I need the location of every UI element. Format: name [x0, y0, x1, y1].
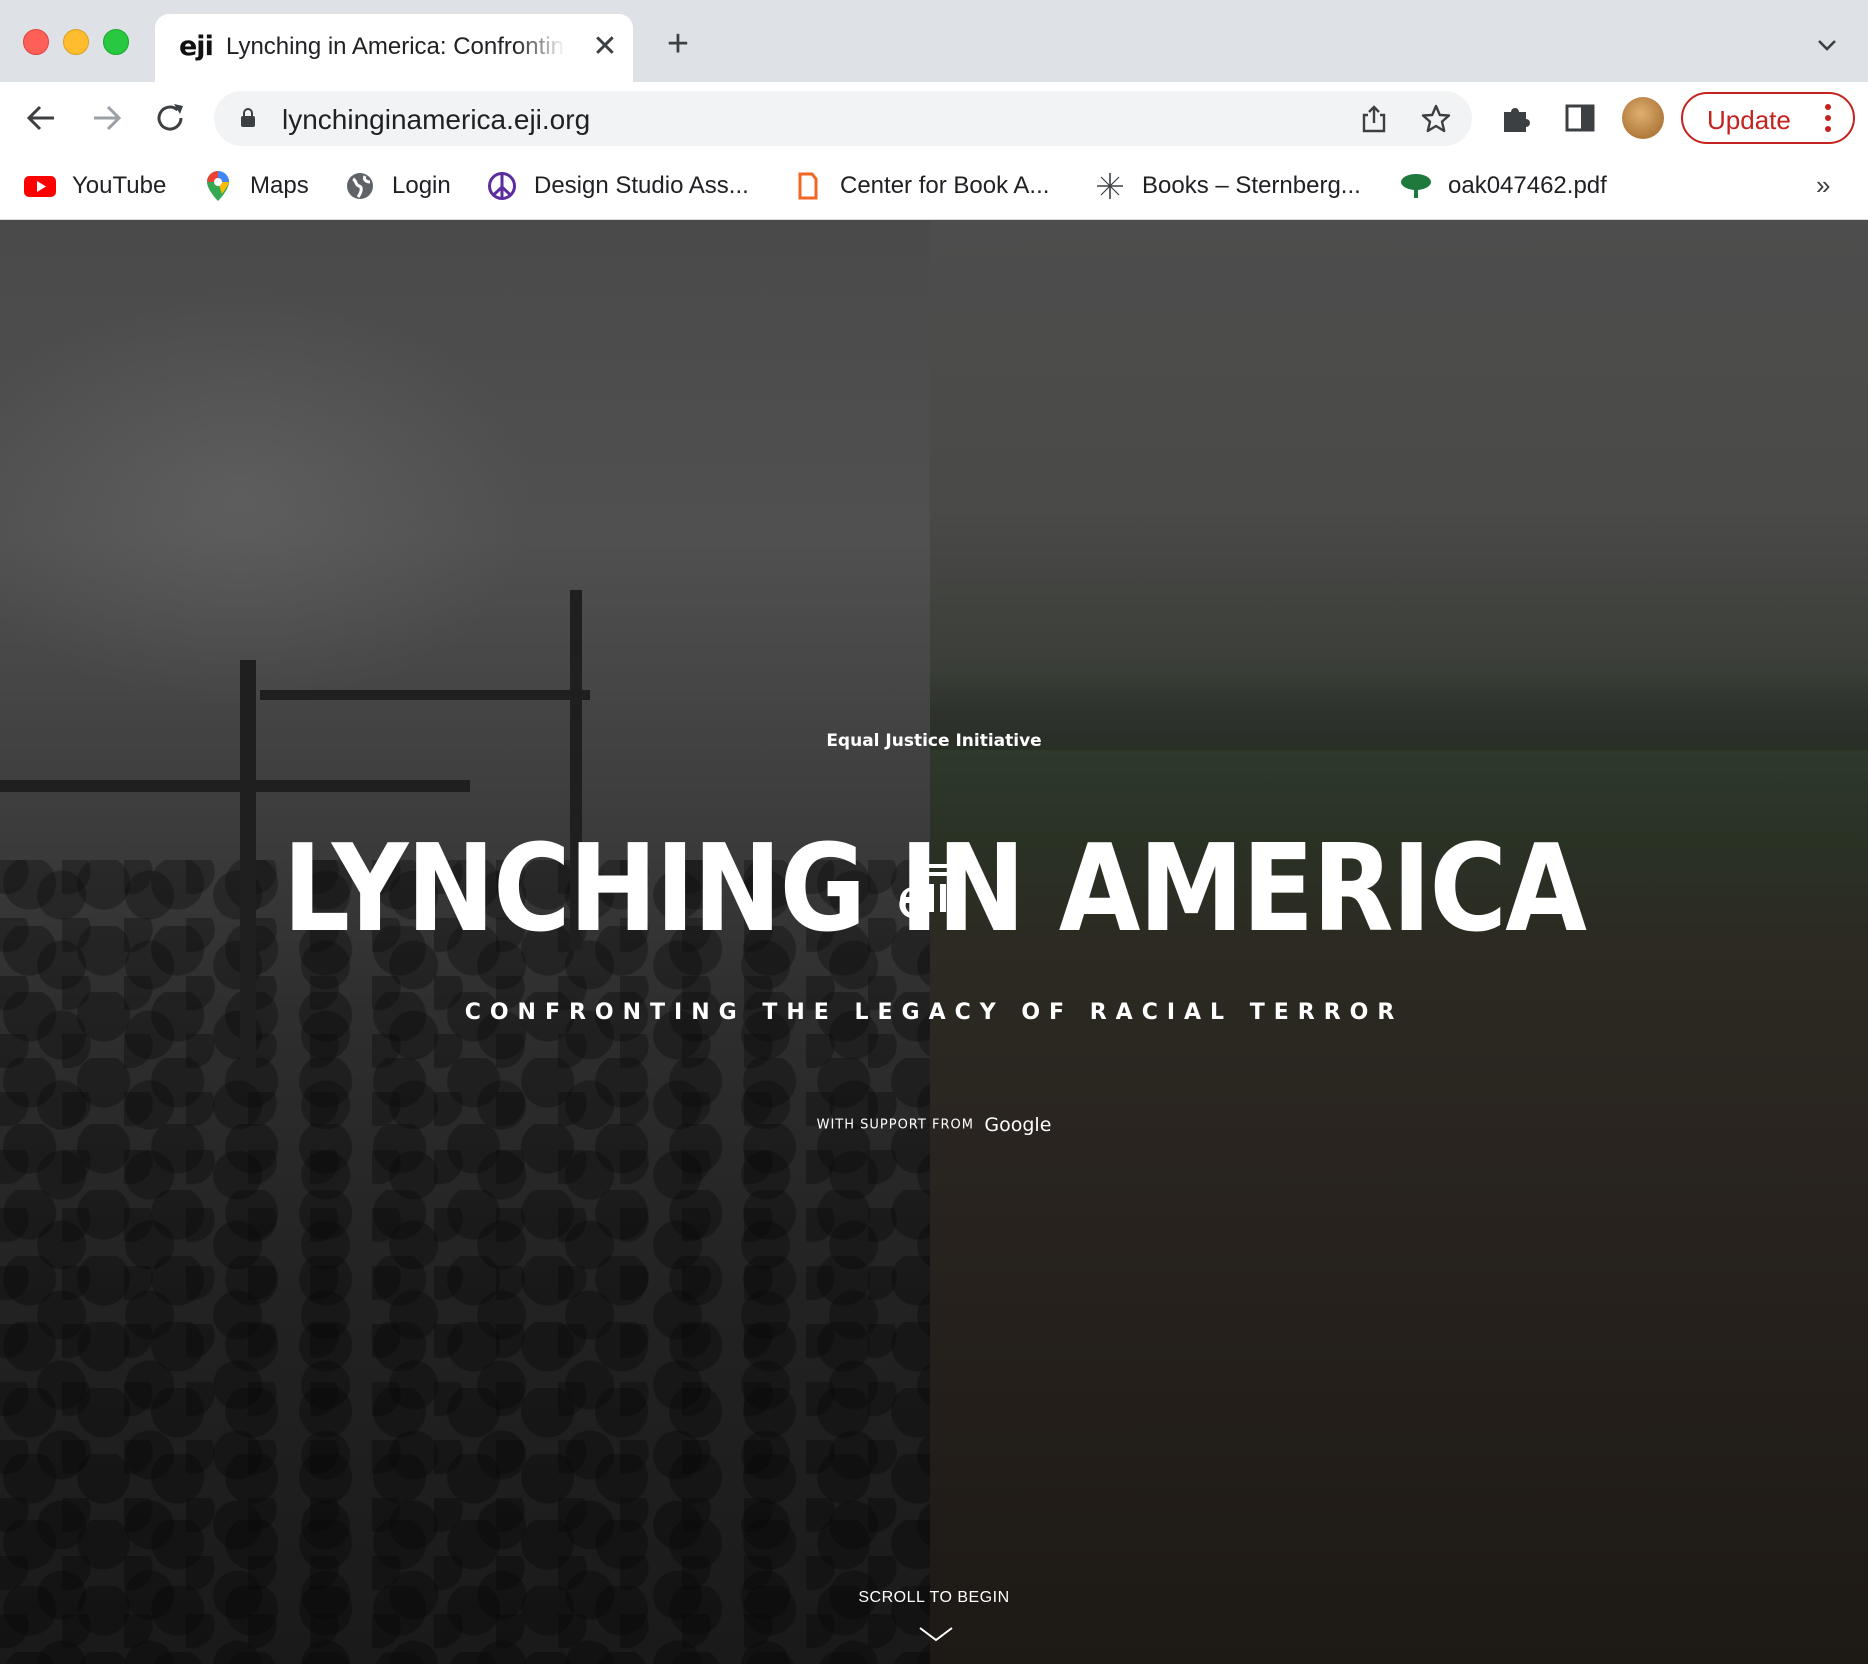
back-arrow-icon[interactable] — [22, 98, 62, 138]
more-menu-dots-icon[interactable] — [1823, 102, 1833, 134]
globe-icon — [344, 170, 376, 202]
scaffold-beam — [0, 780, 470, 792]
forward-arrow-icon[interactable] — [86, 98, 126, 138]
maps-pin-icon — [202, 170, 234, 202]
page-title: LYNCHING IN AMERICA — [282, 820, 1587, 959]
peace-icon — [486, 170, 518, 202]
bookmark-login[interactable]: Login — [344, 168, 451, 204]
star-burst-icon — [1094, 170, 1126, 202]
tab-search-chevron-down-icon[interactable] — [1812, 30, 1842, 60]
bookmark-label: Design Studio Ass... — [534, 172, 749, 199]
support-label: WITH SUPPORT FROM — [816, 1117, 974, 1133]
new-tab-plus-icon[interactable]: + — [658, 24, 698, 64]
reload-icon[interactable] — [150, 98, 190, 138]
url-text[interactable]: lynchinginamerica.eji.org — [282, 104, 590, 136]
bookmark-oak-pdf[interactable]: oak047462.pdf — [1400, 168, 1607, 204]
bookmark-sternberg-books[interactable]: Books – Sternberg... — [1094, 168, 1361, 204]
google-wordmark: Google — [984, 1114, 1052, 1136]
bookmark-design-studio[interactable]: Design Studio Ass... — [486, 168, 749, 204]
bookmark-youtube[interactable]: YouTube — [24, 168, 166, 204]
bookmark-center-for-book[interactable]: Center for Book A... — [792, 168, 1049, 204]
side-panel-icon[interactable] — [1562, 100, 1598, 136]
active-tab[interactable]: eji Lynching in America: Confronting the… — [155, 14, 633, 82]
scaffold-beam — [260, 690, 590, 700]
scroll-to-begin-label[interactable]: SCROLL TO BEGIN — [0, 1589, 1868, 1607]
extensions-puzzle-icon[interactable] — [1498, 100, 1534, 136]
bookmark-label: Login — [392, 172, 451, 199]
bookmark-label: Center for Book A... — [840, 172, 1050, 199]
tree-icon — [1400, 170, 1432, 202]
org-name: Equal Justice Initiative — [826, 731, 1042, 751]
eji-favicon-icon: eji — [179, 31, 214, 62]
browser-toolbar: lynchinginamerica.eji.org Update — [0, 82, 1868, 154]
close-tab-icon[interactable]: ✕ — [587, 29, 623, 65]
bookmark-label: Books – Sternberg... — [1142, 172, 1361, 199]
support-credit: WITH SUPPORT FROM Google — [0, 1114, 1868, 1136]
bookmark-maps[interactable]: Maps — [202, 168, 309, 204]
address-bar[interactable]: lynchinginamerica.eji.org — [214, 91, 1472, 146]
zoom-window-button[interactable] — [103, 29, 129, 55]
profile-avatar[interactable] — [1622, 97, 1664, 139]
bookmark-label: Maps — [250, 172, 309, 199]
bookmark-star-icon[interactable] — [1420, 103, 1452, 135]
page-subtitle: CONFRONTING THE LEGACY OF RACIAL TERROR — [464, 1000, 1404, 1025]
bookmarks-bar: YouTube Maps Login Design Studio Ass... … — [0, 154, 1868, 220]
tab-strip: eji Lynching in America: Confronting the… — [0, 0, 1868, 82]
share-icon[interactable] — [1358, 103, 1390, 135]
update-label: Update — [1707, 105, 1791, 135]
close-window-button[interactable] — [23, 29, 49, 55]
minimize-window-button[interactable] — [63, 29, 89, 55]
bookmark-label: YouTube — [72, 172, 167, 199]
lock-icon[interactable] — [240, 108, 256, 128]
youtube-icon — [24, 170, 56, 202]
bookmark-label: oak047462.pdf — [1448, 172, 1607, 199]
more-bookmarks-chevron-icon[interactable]: » — [1816, 170, 1830, 201]
scroll-chevron-down-icon[interactable] — [917, 1624, 955, 1644]
crowd-texture — [0, 860, 930, 1664]
tab-title: Lynching in America: Confronting the Leg… — [226, 33, 566, 60]
update-button[interactable]: Update — [1681, 92, 1855, 144]
book-arts-icon — [792, 170, 824, 202]
